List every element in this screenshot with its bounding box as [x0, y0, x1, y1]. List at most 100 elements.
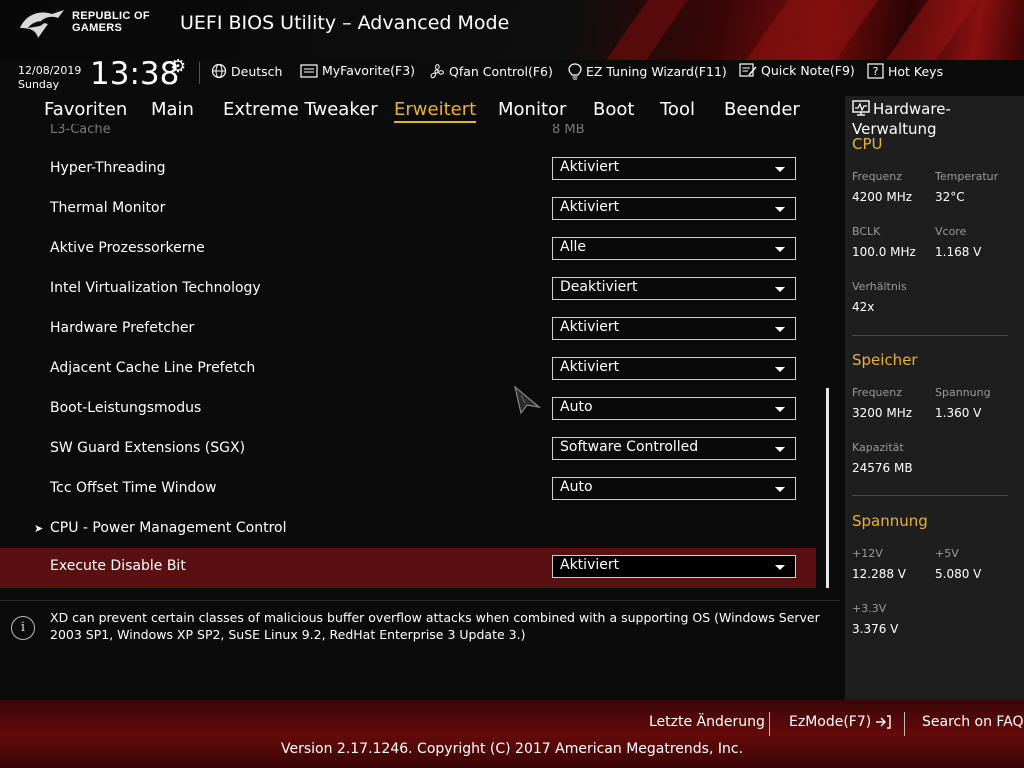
fan-icon — [430, 64, 444, 79]
memory-voltage-label: Spannung — [935, 386, 991, 399]
monitor-icon — [852, 100, 870, 116]
dropdown-arrow-icon — [775, 447, 785, 452]
setting-dropdown[interactable]: Aktiviert — [552, 157, 796, 180]
cpu-heading: CPU — [852, 135, 883, 153]
setting-label: Aktive Prozessorkerne — [50, 240, 205, 256]
ez-tuning-button[interactable]: EZ Tuning Wizard(F11) — [568, 63, 727, 80]
scrollbar[interactable] — [826, 388, 829, 588]
setting-row-execute-disable-bit[interactable]: Execute Disable Bit Aktiviert — [0, 548, 816, 588]
brand-line-1: REPUBLIC OF — [72, 10, 150, 22]
cpu-temperature-value: 32°C — [935, 190, 965, 204]
dropdown-arrow-icon — [775, 407, 785, 412]
tab-extreme-tweaker[interactable]: Extreme Tweaker — [223, 99, 378, 120]
language-button[interactable]: Deutsch — [211, 63, 282, 79]
setting-row-hyper-threading[interactable]: Hyper-Threading Aktiviert — [0, 150, 816, 190]
ezmode-button[interactable]: EzMode(F7) — [789, 714, 892, 730]
dropdown-arrow-icon — [775, 565, 785, 570]
setting-label: Thermal Monitor — [50, 200, 166, 216]
tab-main[interactable]: Main — [151, 99, 194, 120]
setting-dropdown[interactable]: Aktiviert — [552, 555, 796, 578]
dropdown-value: Aktiviert — [560, 359, 620, 375]
quick-note-button[interactable]: Quick Note(F9) — [739, 63, 855, 78]
memory-capacity-label: Kapazität — [852, 441, 904, 454]
memory-frequency-label: Frequenz — [852, 386, 903, 399]
setting-dropdown[interactable]: Alle — [552, 237, 796, 260]
setting-label: Execute Disable Bit — [50, 558, 186, 574]
mouse-pointer-icon — [514, 385, 541, 415]
setting-label: SW Guard Extensions (SGX) — [50, 440, 246, 456]
setting-dropdown[interactable]: Deaktiviert — [552, 277, 796, 300]
dropdown-value: Aktiviert — [560, 319, 620, 335]
qfan-button[interactable]: Qfan Control(F6) — [428, 63, 553, 80]
dropdown-value: Aktiviert — [560, 159, 620, 175]
note-icon — [739, 63, 757, 77]
setting-row-virtualization[interactable]: Intel Virtualization Technology Deaktivi… — [0, 270, 816, 310]
rog-logo-icon — [20, 10, 64, 38]
title-bar: REPUBLIC OF GAMERS UEFI BIOS Utility – A… — [0, 0, 1024, 60]
setting-row-boot-performance[interactable]: Boot-Leistungsmodus Auto — [0, 390, 816, 430]
tab-favoriten[interactable]: Favoriten — [44, 99, 127, 120]
v33-value: 3.376 V — [852, 622, 899, 636]
memory-frequency-value: 3200 MHz — [852, 406, 913, 420]
l3-cache-value: 8 MB — [552, 124, 585, 137]
dropdown-value: Deaktiviert — [560, 279, 638, 295]
setting-row-sgx[interactable]: SW Guard Extensions (SGX) Software Contr… — [0, 430, 816, 470]
favorite-list-icon — [300, 63, 318, 78]
help-key-icon: ? — [867, 63, 884, 79]
setting-label: Hyper-Threading — [50, 160, 166, 176]
gear-icon[interactable]: ⚙ — [170, 56, 186, 77]
hot-keys-button[interactable]: ? Hot Keys — [867, 63, 943, 79]
v5-label: +5V — [935, 547, 959, 560]
setting-dropdown[interactable]: Aktiviert — [552, 357, 796, 380]
tab-tool[interactable]: Tool — [660, 99, 695, 120]
myfavorite-button[interactable]: MyFavorite(F3) — [300, 63, 415, 78]
setting-dropdown[interactable]: Auto — [552, 397, 796, 420]
setting-row-active-cores[interactable]: Aktive Prozessorkerne Alle — [0, 230, 816, 270]
brand-name: REPUBLIC OF GAMERS — [72, 10, 150, 34]
ez-tuning-label: EZ Tuning Wizard(F11) — [586, 64, 727, 79]
divider — [199, 62, 200, 84]
dropdown-arrow-icon — [775, 207, 785, 212]
tab-beender[interactable]: Beender — [724, 99, 800, 120]
v5-value: 5.080 V — [935, 567, 982, 581]
setting-row-tcc-offset[interactable]: Tcc Offset Time Window Auto — [0, 470, 816, 510]
bclk-value: 100.0 MHz — [852, 245, 916, 259]
info-icon: i — [11, 616, 35, 640]
divider — [852, 495, 1008, 496]
ratio-label: Verhältnis — [852, 280, 907, 293]
ratio-value: 42x — [852, 300, 875, 314]
setting-row-hardware-prefetcher[interactable]: Hardware Prefetcher Aktiviert — [0, 310, 816, 350]
tab-boot[interactable]: Boot — [593, 99, 634, 120]
submenu-chevron-icon: ➤ — [34, 522, 44, 535]
setting-dropdown[interactable]: Aktiviert — [552, 197, 796, 220]
setting-dropdown[interactable]: Aktiviert — [552, 317, 796, 340]
settings-list: L3-Cache 8 MB Hyper-Threading Aktiviert … — [0, 124, 840, 594]
dropdown-value: Auto — [560, 479, 593, 495]
submenu-label: CPU - Power Management Control — [50, 520, 287, 536]
setting-dropdown[interactable]: Auto — [552, 477, 796, 500]
vcore-value: 1.168 V — [935, 245, 982, 259]
hardware-monitor-panel: Hardware-Verwaltung CPU Frequenz 4200 MH… — [845, 96, 1024, 700]
app-title: UEFI BIOS Utility – Advanced Mode — [180, 12, 510, 34]
setting-label: Hardware Prefetcher — [50, 320, 195, 336]
memory-voltage-value: 1.360 V — [935, 406, 982, 420]
ezmode-label: EzMode(F7) — [789, 714, 872, 730]
tab-monitor[interactable]: Monitor — [498, 99, 566, 120]
search-faq-button[interactable]: Search on FAQ — [922, 714, 1024, 730]
myfavorite-label: MyFavorite(F3) — [322, 63, 416, 78]
submenu-cpu-power-management[interactable]: ➤ CPU - Power Management Control — [0, 510, 816, 550]
globe-icon — [211, 63, 227, 79]
exit-arrow-icon — [876, 715, 891, 729]
dropdown-value: Software Controlled — [560, 439, 699, 455]
setting-row-adjacent-cache[interactable]: Adjacent Cache Line Prefetch Aktiviert — [0, 350, 816, 390]
v12-value: 12.288 V — [852, 567, 907, 581]
dropdown-value: Auto — [560, 399, 593, 415]
last-change-button[interactable]: Letzte Änderung — [649, 714, 765, 730]
decor-slash — [577, 0, 703, 60]
divider — [769, 712, 770, 736]
setting-label: Intel Virtualization Technology — [50, 280, 261, 296]
setting-dropdown[interactable]: Software Controlled — [552, 437, 796, 460]
memory-capacity-value: 24576 MB — [852, 461, 913, 475]
tab-erweitert[interactable]: Erweitert — [394, 99, 477, 123]
setting-row-thermal-monitor[interactable]: Thermal Monitor Aktiviert — [0, 190, 816, 230]
